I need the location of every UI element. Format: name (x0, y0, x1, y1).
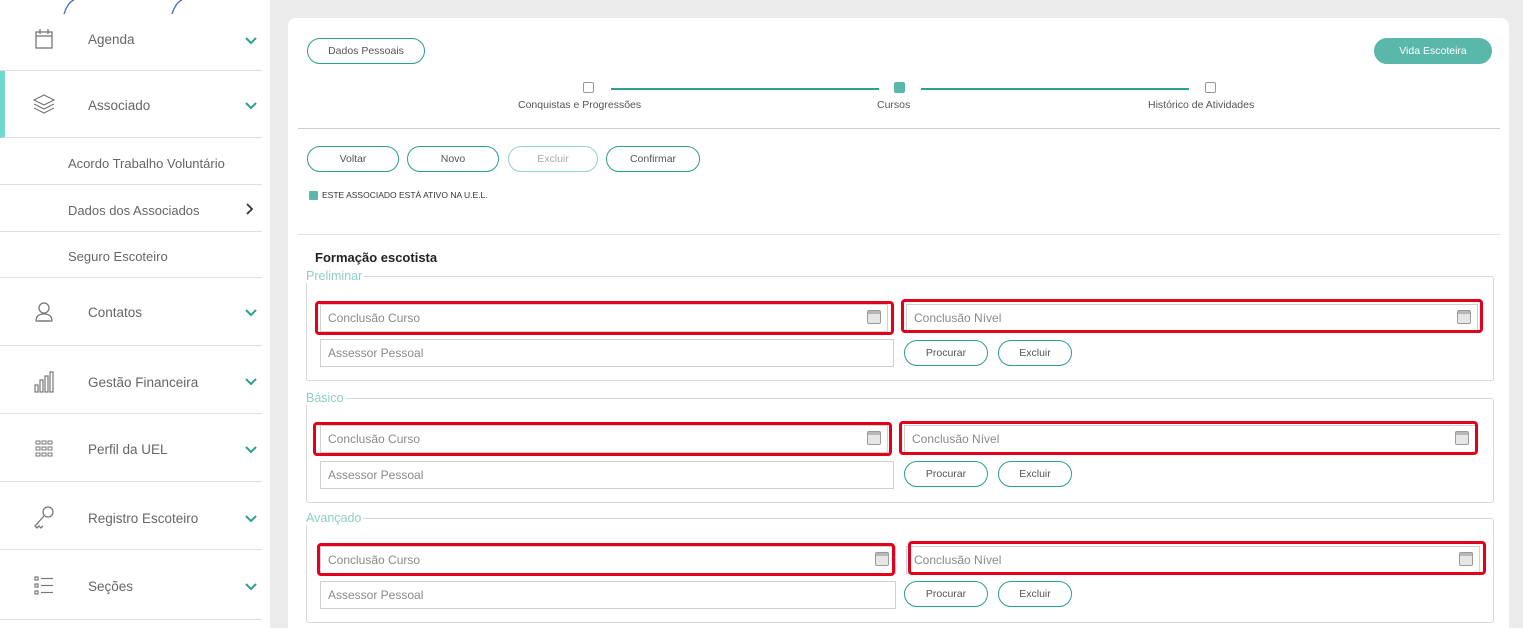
step-checkbox-historico[interactable] (1205, 82, 1216, 93)
grid-icon (31, 436, 57, 462)
step-connector (921, 88, 1189, 90)
excluir-assessor-button[interactable]: Excluir (998, 461, 1072, 487)
conclusao-curso-input[interactable] (321, 426, 887, 452)
chevron-down-icon (245, 309, 257, 317)
procurar-button[interactable]: Procurar (904, 340, 988, 366)
group-legend: Avançado (306, 511, 362, 525)
status-text: ESTE ASSOCIADO ESTÁ ATIVO NA U.E.L. (322, 190, 488, 200)
sidebar-item-secoes[interactable]: Seções (0, 550, 262, 620)
sidebar-subitem-dados-associados[interactable]: Dados dos Associados (0, 185, 262, 232)
step-checkbox-conquistas[interactable] (583, 82, 594, 93)
assessor-pessoal-field[interactable] (320, 581, 896, 609)
step-label-cursos[interactable]: Cursos (877, 99, 910, 111)
sidebar-item-label: Associado (88, 98, 151, 113)
step-checkbox-cursos[interactable] (894, 82, 905, 93)
calendar-icon[interactable] (867, 310, 881, 324)
sidebar-item-label: Registro Escoteiro (88, 511, 199, 526)
excluir-button[interactable]: Excluir (508, 146, 598, 172)
conclusao-curso-field[interactable] (320, 304, 888, 332)
sidebar-item-label: Seções (88, 579, 134, 594)
main-area: Dados Pessoais Vida Escoteira Conquistas… (270, 0, 1523, 638)
sidebar-item-label: Contatos (88, 305, 143, 320)
assessor-pessoal-field[interactable] (320, 339, 894, 367)
list-icon (31, 572, 57, 598)
sidebar-subitem-label: Seguro Escoteiro (68, 249, 168, 264)
layers-icon (31, 91, 57, 117)
voltar-button[interactable]: Voltar (307, 146, 399, 172)
confirmar-button[interactable]: Confirmar (606, 146, 700, 172)
chevron-right-icon (246, 203, 254, 215)
step-label-historico[interactable]: Histórico de Atividades (1148, 99, 1254, 111)
divider (298, 128, 1500, 129)
key-icon (31, 504, 57, 530)
sidebar-item-registro-escoteiro[interactable]: Registro Escoteiro (0, 482, 262, 550)
sidebar-item-gestao-financeira[interactable]: Gestão Financeira (0, 346, 262, 414)
assessor-pessoal-input[interactable] (321, 340, 893, 366)
procurar-button[interactable]: Procurar (904, 461, 988, 487)
excluir-assessor-button[interactable]: Excluir (998, 581, 1072, 607)
conclusao-nivel-field[interactable] (906, 546, 1480, 574)
conclusao-curso-input[interactable] (321, 305, 887, 331)
conclusao-nivel-input[interactable] (907, 547, 1479, 573)
status-indicator (309, 191, 318, 200)
chevron-down-icon (245, 515, 257, 523)
conclusao-nivel-input[interactable] (907, 305, 1477, 331)
calendar-icon[interactable] (1455, 431, 1469, 445)
sidebar-item-label: Agenda (88, 32, 135, 47)
sidebar-item-agenda[interactable]: Agenda (0, 6, 262, 71)
excluir-assessor-button[interactable]: Excluir (998, 340, 1072, 366)
step-label-conquistas[interactable]: Conquistas e Progressões (518, 99, 641, 111)
sidebar-subitem-label: Acordo Trabalho Voluntário (68, 156, 225, 171)
dados-pessoais-button[interactable]: Dados Pessoais (307, 38, 425, 64)
divider (298, 234, 1500, 235)
calendar-icon[interactable] (1457, 310, 1471, 324)
group-legend: Básico (306, 391, 344, 405)
sidebar-item-label: Perfil da UEL (88, 442, 168, 457)
step-connector (611, 88, 879, 90)
conclusao-curso-input[interactable] (321, 547, 895, 573)
conclusao-curso-field[interactable] (320, 425, 888, 453)
chevron-down-icon (245, 446, 257, 454)
chevron-down-icon (245, 378, 257, 386)
assessor-pessoal-input[interactable] (321, 582, 895, 608)
novo-button[interactable]: Novo (407, 146, 499, 172)
chevron-down-icon (245, 583, 257, 591)
calendar-icon[interactable] (1459, 552, 1473, 566)
group-legend: Preliminar (306, 269, 363, 283)
sidebar-item-associado[interactable]: Associado (0, 71, 262, 138)
chevron-down-icon (245, 37, 257, 45)
assessor-pessoal-input[interactable] (321, 462, 893, 488)
conclusao-nivel-field[interactable] (904, 425, 1476, 453)
sidebar-item-label: Gestão Financeira (88, 375, 199, 390)
calendar-icon[interactable] (875, 552, 889, 566)
conclusao-nivel-input[interactable] (905, 426, 1475, 452)
chevron-down-icon (245, 102, 257, 110)
sidebar-item-perfil-uel[interactable]: Perfil da UEL (0, 414, 262, 482)
assessor-pessoal-field[interactable] (320, 461, 894, 489)
sidebar-item-contatos[interactable]: Contatos (0, 278, 262, 346)
calendar-icon[interactable] (867, 431, 881, 445)
sidebar-subitem-acordo[interactable]: Acordo Trabalho Voluntário (0, 138, 262, 185)
bar-chart-icon (31, 369, 57, 395)
calendar-icon (31, 26, 57, 52)
conclusao-curso-field[interactable] (320, 546, 896, 574)
vida-escoteira-button[interactable]: Vida Escoteira (1374, 38, 1492, 64)
procurar-button[interactable]: Procurar (904, 581, 988, 607)
conclusao-nivel-field[interactable] (906, 304, 1478, 332)
user-icon (31, 299, 57, 325)
section-title: Formação escotista (315, 250, 438, 265)
content-card: Dados Pessoais Vida Escoteira Conquistas… (288, 18, 1509, 638)
sidebar-subitem-seguro[interactable]: Seguro Escoteiro (0, 232, 262, 278)
sidebar-subitem-label: Dados dos Associados (68, 203, 200, 218)
sidebar: Agenda Associado Acordo Trabalho Voluntá… (0, 0, 459, 628)
